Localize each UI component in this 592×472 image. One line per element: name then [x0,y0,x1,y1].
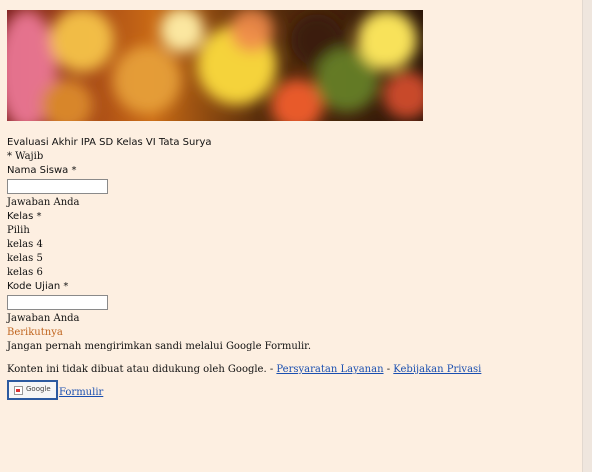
google-logo-image[interactable]: Google [7,380,58,400]
required-note: * Wajib [7,151,44,162]
kode-ujian-input[interactable] [7,295,108,310]
password-warning: Jangan pernah mengirimkan sandi melalui … [7,341,312,352]
vertical-scrollbar[interactable] [582,0,592,472]
kelas-label: Kelas * [7,211,42,222]
privacy-link[interactable]: Kebijakan Privasi [393,364,481,375]
kelas-option-6[interactable]: kelas 6 [7,266,579,280]
nama-siswa-answer-hint: Jawaban Anda [7,197,80,208]
nama-siswa-label: Nama Siswa * [7,165,77,176]
next-button[interactable]: Berikutnya [7,326,579,340]
kelas-option-5[interactable]: kelas 5 [7,252,579,266]
kelas-option-pilih[interactable]: Pilih [7,224,579,238]
footer-disclaimer-row: Konten ini tidak dibuat atau didukung ol… [7,363,579,377]
broken-image-icon [14,386,23,395]
form-page: Evaluasi Akhir IPA SD Kelas VI Tata Sury… [7,10,579,402]
google-forms-logo-row: Google Formulir [7,380,579,402]
kode-ujian-label: Kode Ujian * [7,281,69,292]
form-title: Evaluasi Akhir IPA SD Kelas VI Tata Sury… [7,137,212,148]
kode-ujian-answer-hint: Jawaban Anda [7,313,80,324]
formulir-link[interactable]: Formulir [59,387,103,398]
header-banner-image [7,10,423,121]
nama-siswa-input[interactable] [7,179,108,194]
google-logo-alt: Google [26,385,51,393]
terms-link[interactable]: Persyaratan Layanan [276,364,383,375]
footer-separator: - [386,364,391,375]
kelas-option-4[interactable]: kelas 4 [7,238,579,252]
footer-disclaimer: Konten ini tidak dibuat atau didukung ol… [7,364,274,375]
